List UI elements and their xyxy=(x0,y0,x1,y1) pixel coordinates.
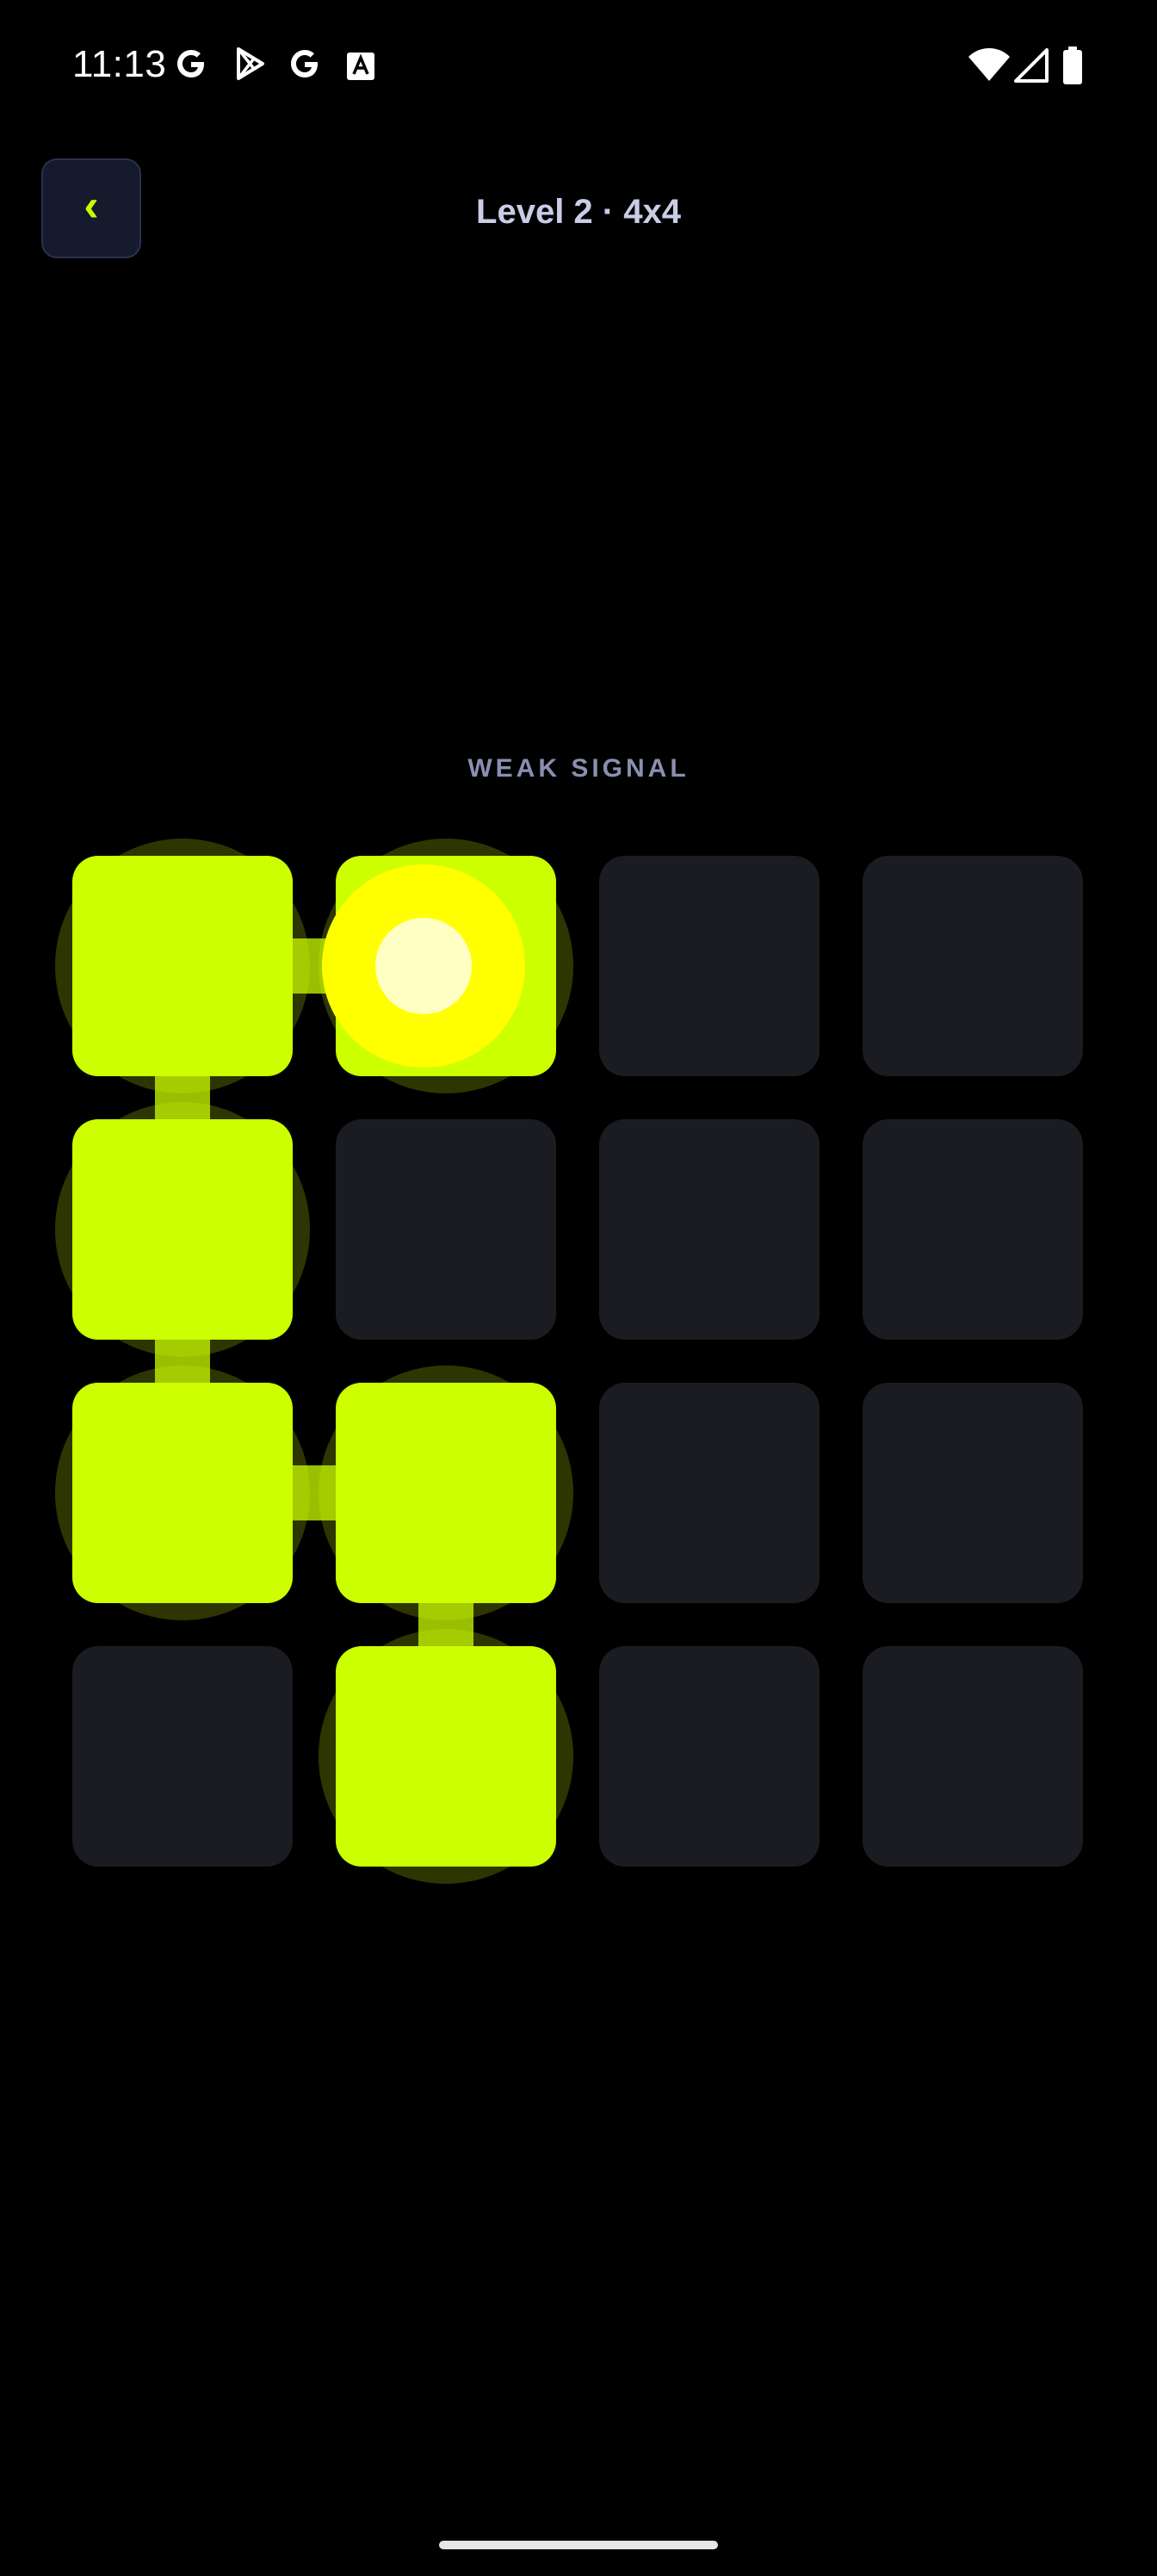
google-icon xyxy=(291,50,318,77)
grid-cell[interactable] xyxy=(863,1119,1083,1340)
game-board[interactable] xyxy=(0,827,1157,1901)
status-bar: 11:13 xyxy=(0,0,1157,138)
grid-cell[interactable] xyxy=(863,856,1083,1076)
signal-status-label: WEAK SIGNAL xyxy=(467,754,690,783)
wifi-icon xyxy=(968,48,1010,81)
power-source-core xyxy=(375,918,472,1014)
connection-link xyxy=(418,1595,473,1655)
grid-cell[interactable] xyxy=(72,1646,293,1867)
grid-cell-lit[interactable] xyxy=(72,856,293,1076)
connection-link xyxy=(284,1465,344,1520)
grid-cell-lit[interactable] xyxy=(72,1119,293,1340)
grid-cell[interactable] xyxy=(599,1646,820,1867)
grid-cell[interactable] xyxy=(336,1119,556,1340)
status-time: 11:13 xyxy=(72,43,167,85)
play-store-icon xyxy=(237,47,264,80)
grid-cell-lit[interactable] xyxy=(72,1383,293,1603)
grid-cell[interactable] xyxy=(599,1383,820,1603)
connection-link xyxy=(155,1331,210,1391)
grid-cell[interactable] xyxy=(863,1646,1083,1867)
level-title: Level 2 · 4x4 xyxy=(476,193,681,231)
grid-cell[interactable] xyxy=(599,856,820,1076)
grid-cell-lit[interactable] xyxy=(336,1646,556,1867)
connection-link xyxy=(155,1068,210,1128)
grid-cell-lit[interactable] xyxy=(336,1383,556,1603)
cellular-signal-icon xyxy=(1014,48,1049,83)
battery-icon xyxy=(1063,46,1082,84)
grid-cell[interactable] xyxy=(599,1119,820,1340)
header: ‹ Level 2 · 4x4 xyxy=(0,155,1157,267)
grid-cell[interactable] xyxy=(863,1383,1083,1603)
google-icon xyxy=(177,50,204,77)
font-icon xyxy=(347,53,374,80)
home-indicator[interactable] xyxy=(439,2541,718,2549)
